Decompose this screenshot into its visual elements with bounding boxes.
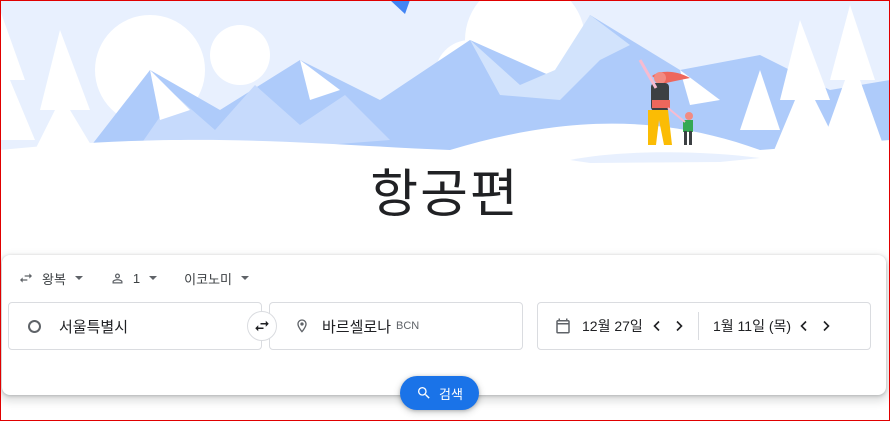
swap-horiz-icon xyxy=(20,273,32,283)
caret-down-icon xyxy=(149,276,158,280)
search-icon xyxy=(418,387,430,399)
origin-ring-icon xyxy=(28,319,41,333)
return-date-value: 1월 11일 (목) xyxy=(713,318,792,334)
destination-value: 바르셀로나 xyxy=(322,318,392,336)
passengers-count: 1 xyxy=(132,270,141,286)
trip-type-dropdown[interactable]: 왕복 xyxy=(14,267,88,289)
chevron-left-icon xyxy=(653,320,660,332)
swap-arrows-icon xyxy=(255,320,269,332)
cabin-class-dropdown[interactable]: 이코노미 xyxy=(180,267,254,289)
page-title: 항공편 xyxy=(370,165,520,225)
departure-date-value: 12월 27일 (수) xyxy=(582,318,646,334)
destination-field[interactable]: 바르셀로나 BCN xyxy=(269,302,523,350)
trip-type-label: 왕복 xyxy=(42,271,66,287)
calendar-icon xyxy=(556,318,570,334)
departure-date-input[interactable]: 12월 27일 (수) xyxy=(538,303,646,349)
location-pin-icon xyxy=(297,319,307,333)
cabin-class-label: 이코노미 xyxy=(184,271,232,287)
chevron-left-icon xyxy=(800,320,807,332)
departure-prev-button[interactable] xyxy=(646,315,668,337)
destination-code: BCN xyxy=(396,320,420,332)
date-range-field: 12월 27일 (수) 1월 11일 (목) xyxy=(537,302,871,350)
origin-field[interactable]: 서울특별시 xyxy=(8,302,262,350)
chevron-right-icon xyxy=(823,320,830,332)
search-button[interactable]: 검색 xyxy=(400,376,479,410)
caret-down-icon xyxy=(241,276,249,280)
origin-value: 서울특별시 xyxy=(59,318,129,336)
search-options-row: 왕복 1 이코노미 xyxy=(14,267,272,289)
chevron-right-icon xyxy=(676,320,683,332)
person-icon xyxy=(112,273,123,283)
return-prev-button[interactable] xyxy=(793,315,815,337)
departure-next-button[interactable] xyxy=(668,315,690,337)
search-card: 왕복 1 이코노미 서울특별시 바르셀로나 BCN 12월 27일 (수) xyxy=(2,255,886,395)
return-next-button[interactable] xyxy=(815,315,837,337)
caret-down-icon xyxy=(74,276,83,280)
search-button-label: 검색 xyxy=(439,386,463,402)
return-date-input[interactable]: 1월 11일 (목) xyxy=(699,303,793,349)
swap-origin-destination-button[interactable] xyxy=(247,311,277,341)
passengers-dropdown[interactable]: 1 xyxy=(106,267,162,289)
